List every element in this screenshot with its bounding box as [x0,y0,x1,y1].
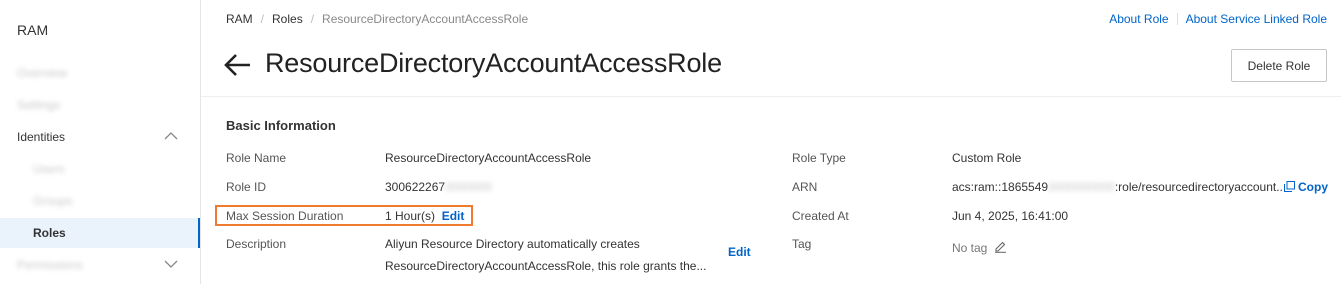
sidebar-item-label: Users [33,162,65,176]
sidebar-title: RAM [17,22,49,38]
chevron-up-icon [164,122,178,152]
tag-text: No tag [952,241,988,255]
max-session-label: Max Session Duration [226,209,344,223]
help-links: About Role About Service Linked Role [1109,12,1327,26]
breadcrumb-separator: / [310,12,315,26]
created-at-label: Created At [792,209,849,223]
chevron-down-icon [164,250,178,280]
sidebar-item-label: Roles [33,226,66,240]
about-role-link[interactable]: About Role [1109,12,1168,26]
sidebar: RAM Overview Settings Identities Users G… [0,0,201,284]
sidebar-item-settings[interactable]: Settings [0,90,200,120]
role-type-label: Role Type [792,151,846,165]
sidebar-item-label: Settings [17,98,61,112]
arn-label: ARN [792,180,818,194]
description-label: Description [226,237,287,251]
arn-prefix: acs:ram::1865549 [952,180,1049,194]
description-line-2: ResourceDirectoryAccountAccessRole, this… [385,259,707,273]
role-name-value: ResourceDirectoryAccountAccessRole [385,151,592,165]
sidebar-item-label: Permissions [17,258,83,272]
role-id-label: Role ID [226,180,267,194]
page-title: ResourceDirectoryAccountAccessRole [265,48,722,78]
arn-value: acs:ram::18655490000000000:role/resource… [952,180,1286,194]
max-session-value: 1 Hour(s) Edit [385,209,464,223]
sidebar-item-users[interactable]: Users [0,154,200,184]
role-name-label: Role Name [226,151,287,165]
copy-arn-button[interactable]: Copy [1284,180,1328,194]
copy-icon [1284,181,1295,192]
about-service-linked-role-link[interactable]: About Service Linked Role [1186,12,1327,26]
sidebar-item-permissions[interactable]: Permissions [0,250,200,280]
arn-suffix: :role/resourcedirectoryaccount... [1114,180,1287,194]
back-arrow-icon[interactable] [224,52,252,78]
role-id-value: 3006222670000000 [385,180,492,194]
max-session-duration: 1 Hour(s) [385,209,436,223]
pencil-edit-icon[interactable] [994,240,1007,256]
sidebar-item-roles[interactable]: Roles [0,218,200,248]
sidebar-item-overview[interactable]: Overview [0,58,200,88]
edit-max-session-button[interactable]: Edit [442,209,465,223]
breadcrumb-roles[interactable]: Roles [272,12,303,26]
sidebar-item-label: Groups [33,194,73,208]
sidebar-item-label: Overview [17,66,68,80]
breadcrumb: RAM / Roles / ResourceDirectoryAccountAccess… [226,12,528,26]
header-divider [201,96,1341,97]
section-title: Basic Information [226,118,336,133]
breadcrumb-current: ResourceDirectoryAccountAccessRole [322,12,529,26]
breadcrumb-ram[interactable]: RAM [226,12,253,26]
tag-value: No tag [952,240,1007,256]
description-line-1: Aliyun Resource Directory automatically … [385,237,640,251]
delete-role-button[interactable]: Delete Role [1231,49,1327,82]
link-divider [1176,13,1178,25]
edit-description-button[interactable]: Edit [728,245,751,259]
role-id-masked: 0000000 [445,180,492,194]
sidebar-item-identities[interactable]: Identities [0,122,200,152]
sidebar-item-groups[interactable]: Groups [0,186,200,216]
copy-label: Copy [1298,180,1328,194]
role-id-prefix: 300622267 [385,180,446,194]
created-at-value: Jun 4, 2025, 16:41:00 [952,209,1069,223]
tag-label: Tag [792,237,812,251]
role-type-value: Custom Role [952,151,1022,165]
breadcrumb-separator: / [260,12,265,26]
arn-masked: 0000000000 [1048,180,1115,194]
sidebar-item-label: Identities [17,130,66,144]
